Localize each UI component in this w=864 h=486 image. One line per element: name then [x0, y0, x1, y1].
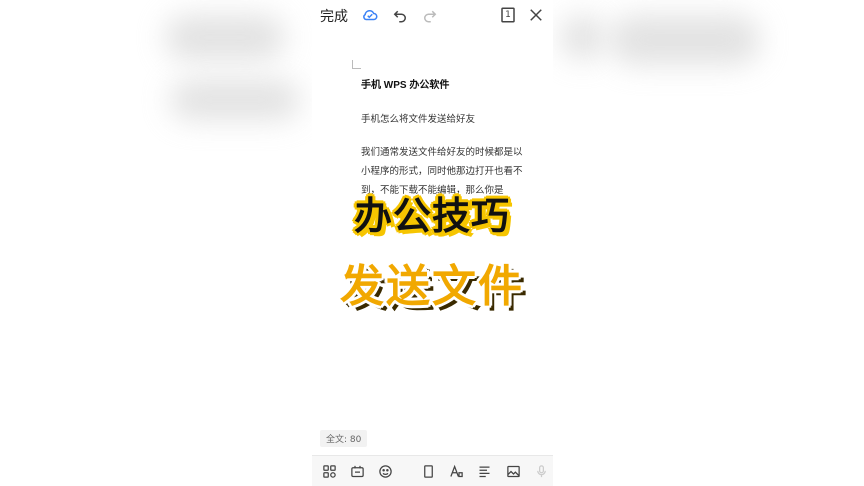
blur-blob: [560, 15, 605, 60]
document-subtitle: 手机怎么将文件发送给好友: [361, 114, 476, 125]
phone-screen: 完成 1 手机 WPS 办公软件 手机怎么将文件发送给好友 我们通常发送文件给好…: [312, 0, 553, 486]
cloud-sync-icon[interactable]: [360, 5, 380, 25]
apps-grid-icon[interactable]: [321, 463, 337, 479]
emoji-icon[interactable]: [377, 463, 393, 479]
paragraph-align-icon[interactable]: [476, 463, 492, 479]
page-count-badge: 1: [505, 10, 511, 20]
insert-icon[interactable]: [349, 463, 365, 479]
blur-blob: [170, 80, 300, 120]
blur-blob: [165, 15, 285, 60]
document-title: 手机 WPS 办公软件: [361, 80, 450, 91]
word-count-label: 全文: 80: [320, 430, 368, 447]
caption-office-tips: 办公技巧: [353, 194, 510, 238]
editor-toolbar: 完成 1: [312, 0, 553, 30]
blur-blob: [610, 15, 760, 65]
caption-send-file: 发送文件: [340, 261, 524, 312]
microphone-icon[interactable]: [533, 463, 549, 479]
font-style-icon[interactable]: [448, 463, 464, 479]
close-icon[interactable]: [526, 5, 546, 25]
image-icon[interactable]: [505, 463, 521, 479]
done-button[interactable]: 完成: [320, 6, 348, 26]
margin-corner-mark: [352, 60, 361, 69]
page-layout-icon[interactable]: [420, 463, 436, 479]
page-count-icon[interactable]: 1: [498, 5, 518, 25]
bottom-toolbar: [312, 455, 553, 486]
undo-icon[interactable]: [390, 5, 410, 25]
redo-icon[interactable]: [420, 5, 440, 25]
